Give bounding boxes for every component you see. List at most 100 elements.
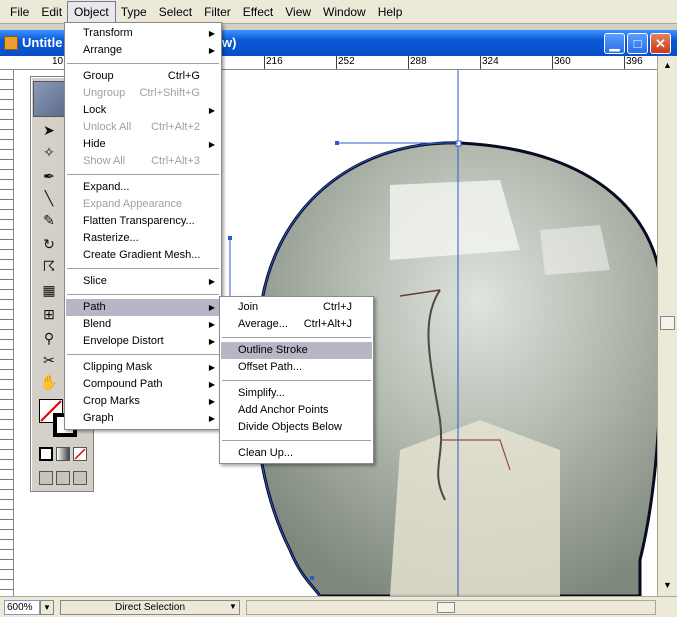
- ruler-tick: [408, 56, 409, 69]
- status-tool-select[interactable]: Direct Selection: [60, 600, 240, 615]
- mesh-icon[interactable]: ⊞: [37, 303, 61, 325]
- menu-separator: [67, 63, 219, 64]
- menu-item-arrange[interactable]: Arrange ▶: [66, 42, 220, 59]
- menu-item-average[interactable]: Average... Ctrl+Alt+J: [221, 316, 372, 333]
- paintbrush-icon[interactable]: ✎: [37, 209, 61, 231]
- menu-window[interactable]: Window: [317, 2, 372, 22]
- submenu-arrow-icon: ▶: [208, 320, 215, 329]
- scissors-icon[interactable]: ✂: [37, 349, 61, 371]
- submenu-arrow-icon: ▶: [208, 397, 215, 406]
- menu-item-label: Crop Marks: [83, 395, 140, 407]
- menu-item-clean-up[interactable]: Clean Up...: [221, 445, 372, 462]
- menu-item-join[interactable]: Join Ctrl+J: [221, 299, 372, 316]
- scroll-thumb[interactable]: [660, 316, 675, 330]
- menu-item-outline-stroke[interactable]: Outline Stroke: [221, 342, 372, 359]
- menu-separator: [67, 354, 219, 355]
- menu-item-label: Graph: [83, 412, 114, 424]
- menu-item-unlock-all[interactable]: Unlock All Ctrl+Alt+2: [66, 119, 220, 136]
- document-title: Untitle: [22, 35, 63, 50]
- menu-file[interactable]: File: [4, 2, 35, 22]
- menu-item-simplify[interactable]: Simplify...: [221, 385, 372, 402]
- submenu-arrow-icon: ▶: [208, 29, 215, 38]
- menu-effect[interactable]: Effect: [237, 2, 279, 22]
- menu-item-expand-appearance[interactable]: Expand Appearance: [66, 196, 220, 213]
- horizontal-scrollbar[interactable]: [246, 600, 656, 615]
- ruler-tick: [624, 56, 625, 69]
- menu-item-rasterize[interactable]: Rasterize...: [66, 230, 220, 247]
- menu-item-graph[interactable]: Graph ▶: [66, 410, 220, 427]
- graph-icon[interactable]: ▦: [37, 279, 61, 301]
- menu-item-lock[interactable]: Lock ▶: [66, 102, 220, 119]
- zoom-dropdown-icon[interactable]: ▼: [40, 600, 54, 615]
- menu-filter[interactable]: Filter: [198, 2, 237, 22]
- ruler-label: 252: [338, 56, 355, 67]
- menu-item-hide[interactable]: Hide ▶: [66, 136, 220, 153]
- menu-view[interactable]: View: [279, 2, 317, 22]
- menu-item-transform[interactable]: Transform ▶: [66, 25, 220, 42]
- menu-item-envelope-distort[interactable]: Envelope Distort ▶: [66, 333, 220, 350]
- submenu-arrow-icon: ▶: [208, 140, 215, 149]
- menu-item-crop-marks[interactable]: Crop Marks ▶: [66, 393, 220, 410]
- menu-select[interactable]: Select: [153, 2, 198, 22]
- scroll-up-icon[interactable]: ▲: [660, 58, 675, 72]
- menu-item-show-all[interactable]: Show All Ctrl+Alt+3: [66, 153, 220, 170]
- menu-item-ungroup[interactable]: Ungroup Ctrl+Shift+G: [66, 85, 220, 102]
- menu-item-add-anchor-points[interactable]: Add Anchor Points: [221, 402, 372, 419]
- menu-object[interactable]: Object: [67, 0, 116, 23]
- menu-type[interactable]: Type: [115, 2, 153, 22]
- ruler-tick: [552, 56, 553, 69]
- full-screen-mode-button[interactable]: [73, 471, 87, 485]
- none-mode-button[interactable]: [73, 447, 87, 461]
- menu-item-clipping-mask[interactable]: Clipping Mask ▶: [66, 359, 220, 376]
- menu-item-offset-path[interactable]: Offset Path...: [221, 359, 372, 376]
- menu-item-label: Group: [83, 70, 114, 82]
- menu-item-expand[interactable]: Expand...: [66, 179, 220, 196]
- ruler-label: 288: [410, 56, 427, 67]
- menu-help[interactable]: Help: [372, 2, 409, 22]
- document-title-suffix: w): [222, 35, 237, 50]
- menu-item-label: Clipping Mask: [83, 361, 153, 373]
- menu-item-path[interactable]: Path ▶: [66, 299, 220, 316]
- eyedropper-icon[interactable]: ⚲: [37, 327, 61, 349]
- pointer-icon[interactable]: ➤: [37, 119, 61, 141]
- menu-item-divide-objects-below[interactable]: Divide Objects Below: [221, 419, 372, 436]
- color-mode-button[interactable]: [39, 447, 53, 461]
- minimize-button[interactable]: ▁: [604, 33, 625, 54]
- menu-item-blend[interactable]: Blend ▶: [66, 316, 220, 333]
- close-button[interactable]: ✕: [650, 33, 671, 54]
- menu-item-label: Expand Appearance: [83, 198, 183, 210]
- magic-wand-icon[interactable]: ✧: [37, 141, 61, 163]
- illustrator-app-icon[interactable]: [4, 36, 18, 50]
- vertical-scrollbar[interactable]: ▲ ▼: [657, 56, 677, 596]
- submenu-arrow-icon: ▶: [208, 303, 215, 312]
- hand-icon[interactable]: ✋: [37, 371, 61, 393]
- submenu-arrow-icon: ▶: [208, 337, 215, 346]
- full-screen-menu-mode-button[interactable]: [56, 471, 70, 485]
- pen-icon[interactable]: ✒: [37, 165, 61, 187]
- menu-item-label: Compound Path: [83, 378, 163, 390]
- status-dropdown-icon[interactable]: ▼: [226, 600, 240, 615]
- gradient-mode-button[interactable]: [56, 447, 70, 461]
- menu-item-label: Envelope Distort: [83, 335, 164, 347]
- menu-item-flatten-transparency[interactable]: Flatten Transparency...: [66, 213, 220, 230]
- vertical-ruler[interactable]: [0, 70, 14, 596]
- standard-screen-mode-button[interactable]: [39, 471, 53, 485]
- menu-item-compound-path[interactable]: Compound Path ▶: [66, 376, 220, 393]
- ruler-tick: [336, 56, 337, 69]
- line-segment-icon[interactable]: ╲: [37, 187, 61, 209]
- zoom-level-field[interactable]: 600%: [4, 600, 40, 615]
- menu-item-group[interactable]: Group Ctrl+G: [66, 68, 220, 85]
- menu-item-label: Divide Objects Below: [238, 421, 342, 433]
- menu-item-label: Blend: [83, 318, 112, 330]
- menu-shortcut: Ctrl+Alt+2: [151, 121, 200, 133]
- maximize-button[interactable]: □: [627, 33, 648, 54]
- scroll-thumb[interactable]: [437, 602, 455, 613]
- menu-item-slice[interactable]: Slice ▶: [66, 273, 220, 290]
- scroll-down-icon[interactable]: ▼: [660, 578, 675, 592]
- menu-edit[interactable]: Edit: [35, 2, 68, 22]
- rotate-icon[interactable]: ↻: [37, 233, 61, 255]
- warp-icon[interactable]: ☈: [37, 255, 61, 277]
- menu-item-create-gradient-mesh[interactable]: Create Gradient Mesh...: [66, 247, 220, 264]
- menu-separator: [67, 294, 219, 295]
- submenu-arrow-icon: ▶: [208, 277, 215, 286]
